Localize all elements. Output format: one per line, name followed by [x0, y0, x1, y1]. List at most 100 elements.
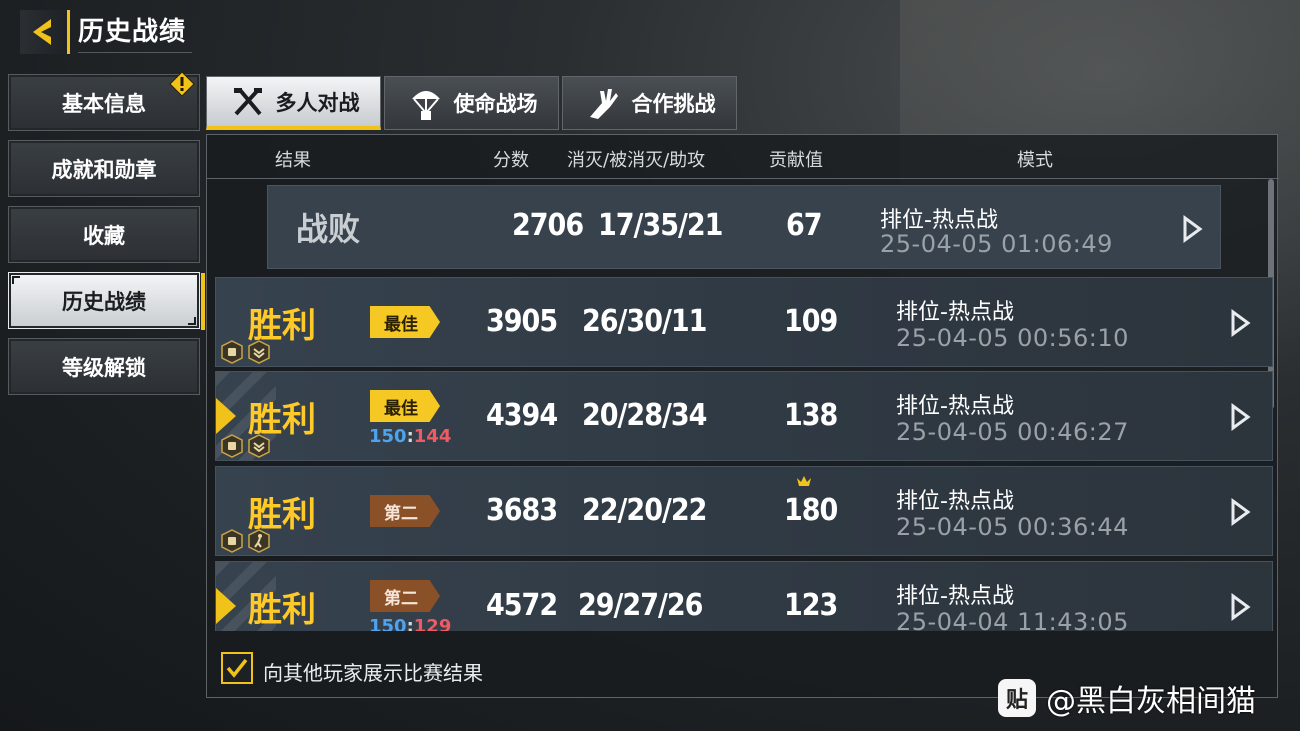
column-headers: 结果 分数 消灭/被消灭/助攻 贡献值 模式 — [207, 135, 1279, 179]
match-score: 3905 — [486, 304, 558, 339]
match-list[interactable]: 战败 2706 17/35/21 67 排位-热点战 25-04-05 01:0… — [207, 179, 1273, 631]
alert-icon — [169, 71, 195, 97]
crown-icon — [797, 476, 811, 486]
ratio-separator: : — [406, 616, 414, 631]
parachute-icon — [411, 91, 440, 120]
badge-group — [220, 434, 271, 458]
match-time: 25-04-05 00:56:10 — [896, 324, 1129, 352]
page-title: 历史战绩 — [78, 11, 193, 53]
match-contribution: 123 — [784, 588, 838, 623]
match-contribution: 138 — [784, 398, 838, 433]
second-place-tag: 第二 — [370, 495, 440, 527]
back-arrow-icon — [32, 19, 51, 45]
back-button[interactable] — [20, 10, 70, 54]
play-arrow-icon[interactable] — [1228, 592, 1252, 622]
match-kda: 20/28/34 — [582, 398, 707, 433]
show-results-label: 向其他玩家展示比赛结果 — [263, 661, 483, 685]
column-header-result: 结果 — [275, 150, 311, 171]
match-kda: 17/35/21 — [598, 208, 723, 243]
second-place-tag: 第二 — [370, 580, 440, 612]
sidebar-item-label: 收藏 — [83, 223, 125, 248]
match-kda: 29/27/26 — [578, 588, 703, 623]
match-mode: 排位-热点战 — [896, 300, 1014, 325]
tab-coop-challenge[interactable]: 合作挑战 — [562, 76, 737, 130]
match-score: 3683 — [486, 493, 558, 528]
mode-tabs: 多人对战 使命战场 合作挑战 — [206, 76, 740, 130]
watermark: 贴 @黑白灰相间猫 — [998, 676, 1256, 720]
sidebar-item-level-unlock[interactable]: 等级解锁 — [8, 338, 200, 395]
match-result: 胜利 — [248, 590, 316, 630]
match-row[interactable]: 胜利 第二 3683 22/20/22 180 排位-热点战 25-04-05 … — [215, 466, 1273, 556]
match-mode: 排位-热点战 — [896, 584, 1014, 609]
fist-badge-icon — [221, 340, 243, 364]
selection-arrow-icon — [216, 588, 236, 624]
watermark-logo-icon: 贴 — [998, 679, 1036, 717]
fist-badge-icon — [221, 434, 243, 458]
column-header-kda: 消灭/被消灭/助攻 — [567, 150, 706, 171]
match-score: 4394 — [486, 398, 558, 433]
watermark-text: @黑白灰相间猫 — [1046, 684, 1256, 719]
corner-decoration — [12, 276, 20, 284]
match-time: 25-04-04 11:43:05 — [896, 608, 1129, 631]
match-time: 25-04-05 00:46:27 — [896, 418, 1129, 446]
badge-group — [220, 529, 271, 553]
match-mode: 排位-热点战 — [896, 489, 1014, 514]
ratio-separator: : — [406, 426, 414, 447]
sidebar-item-basic-info[interactable]: 基本信息 — [8, 71, 200, 131]
team-score-ratio: 150:129 — [369, 616, 451, 631]
match-kda: 26/30/11 — [582, 304, 707, 339]
column-header-mode: 模式 — [1017, 150, 1053, 171]
column-header-contribution: 贡献值 — [769, 150, 823, 171]
match-score: 4572 — [486, 588, 558, 623]
history-panel: 结果 分数 消灭/被消灭/助攻 贡献值 模式 战败 2706 17/35/21 … — [206, 134, 1279, 698]
tab-multiplayer[interactable]: 多人对战 — [206, 76, 381, 130]
tab-label: 合作挑战 — [631, 92, 716, 116]
best-player-tag: 最佳 — [370, 306, 440, 338]
selection-arrow-icon — [216, 398, 236, 434]
match-contribution: 67 — [786, 208, 823, 243]
show-results-checkbox[interactable] — [221, 652, 253, 684]
match-score: 2706 — [512, 208, 584, 243]
crossed-weapons-icon — [233, 87, 262, 115]
rank-chevron-badge-icon — [248, 340, 270, 364]
best-player-tag: 最佳 — [370, 390, 440, 422]
match-row[interactable]: 战败 2706 17/35/21 67 排位-热点战 25-04-05 01:0… — [267, 185, 1221, 269]
badge-group — [220, 340, 271, 364]
corner-decoration — [188, 317, 196, 325]
rank-chevron-badge-icon — [248, 434, 270, 458]
play-arrow-icon[interactable] — [1228, 402, 1252, 432]
column-header-score: 分数 — [493, 150, 529, 171]
play-arrow-icon[interactable] — [1180, 214, 1204, 244]
match-result: 战败 — [296, 210, 361, 248]
match-row[interactable]: 胜利 最佳 150:144 4394 20/28/34 138 排位-热点战 2… — [215, 371, 1273, 461]
sidebar-item-label: 历史战绩 — [62, 289, 146, 314]
sidebar-item-collection[interactable]: 收藏 — [8, 206, 200, 263]
match-contribution: 180 — [784, 493, 838, 528]
page-header: 历史战绩 — [20, 10, 193, 54]
sidebar-item-label: 基本信息 — [62, 91, 146, 116]
match-time: 25-04-05 01:06:49 — [880, 230, 1113, 258]
fist-badge-icon — [221, 529, 243, 553]
team-score-ratio: 150:144 — [369, 426, 451, 447]
team-score: 150 — [369, 426, 407, 447]
checkmark-icon — [226, 658, 248, 678]
play-arrow-icon[interactable] — [1228, 497, 1252, 527]
match-row[interactable]: 胜利 最佳 3905 26/30/11 109 排位-热点战 25-04-05 … — [215, 277, 1273, 367]
team-score: 150 — [369, 616, 407, 631]
sidebar-item-match-history[interactable]: 历史战绩 — [8, 272, 205, 330]
sidebar-item-achievements[interactable]: 成就和勋章 — [8, 140, 200, 197]
match-time: 25-04-05 00:36:44 — [896, 513, 1129, 541]
sidebar-item-label: 成就和勋章 — [51, 157, 157, 182]
match-row[interactable]: 胜利 第二 150:129 4572 29/27/26 123 排位-热点战 2… — [215, 561, 1273, 631]
running-soldier-badge-icon — [248, 529, 270, 553]
tab-label: 使命战场 — [453, 92, 538, 116]
tab-battle-royale[interactable]: 使命战场 — [384, 76, 559, 130]
play-arrow-icon[interactable] — [1228, 308, 1252, 338]
sidebar-item-label: 等级解锁 — [62, 355, 146, 380]
match-kda: 22/20/22 — [582, 493, 707, 528]
tab-label: 多人对战 — [275, 90, 360, 115]
match-mode: 排位-热点战 — [896, 394, 1014, 419]
match-contribution: 109 — [784, 304, 838, 339]
sidebar: 基本信息 成就和勋章 收藏 历史战绩 等级解锁 — [8, 71, 205, 404]
enemy-score: 129 — [413, 616, 452, 631]
